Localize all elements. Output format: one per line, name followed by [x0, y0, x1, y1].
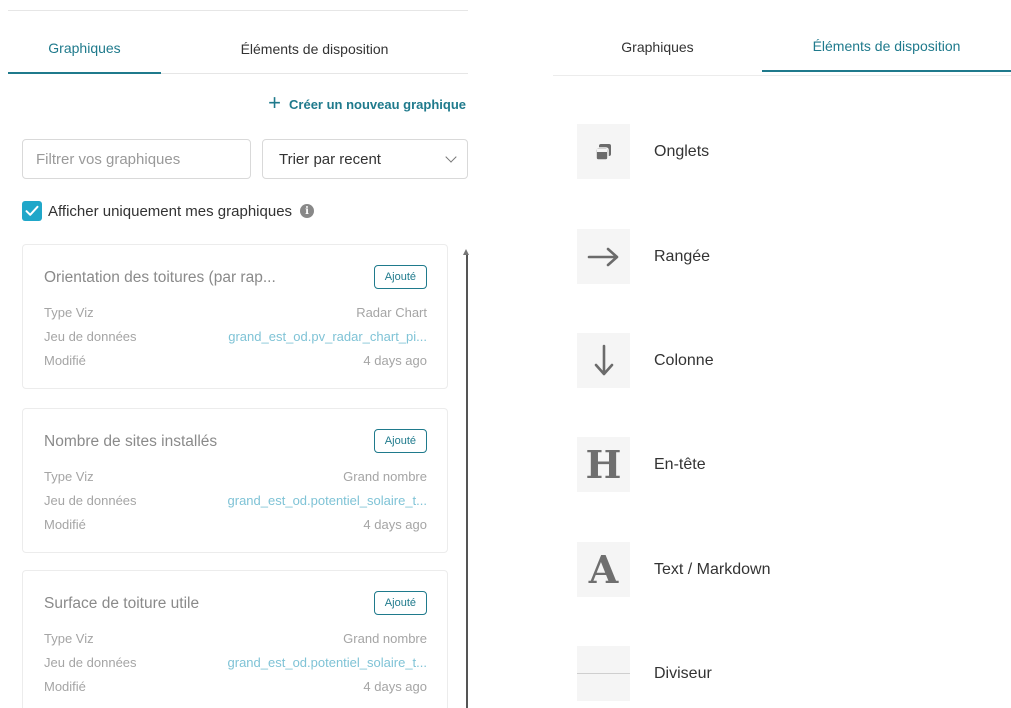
- layout-item-text-markdown[interactable]: A Text / Markdown: [577, 542, 770, 597]
- left-tab-bar: Graphiques Éléments de disposition: [8, 24, 468, 74]
- dataset-link[interactable]: grand_est_od.potentiel_solaire_t...: [228, 493, 427, 508]
- info-icon[interactable]: i: [300, 204, 315, 218]
- layout-item-column[interactable]: Colonne: [577, 333, 714, 388]
- chart-card-title: Surface de toiture utile: [44, 595, 200, 612]
- modified-value: 4 days ago: [363, 517, 427, 532]
- dataset-link[interactable]: grand_est_od.potentiel_solaire_t...: [228, 655, 427, 670]
- viz-type-label: Type Viz: [44, 305, 94, 320]
- layout-item-header[interactable]: H En-tête: [577, 437, 706, 492]
- tabs-icon: [577, 124, 630, 179]
- viz-type-row: Type Viz Grand nombre: [44, 469, 427, 484]
- layout-item-row[interactable]: Rangée: [577, 229, 710, 284]
- check-icon: [25, 205, 39, 216]
- viz-type-value: Radar Chart: [356, 305, 427, 320]
- modified-label: Modifié: [44, 353, 86, 368]
- only-mine-checkbox[interactable]: [22, 201, 42, 221]
- viz-type-label: Type Viz: [44, 631, 94, 646]
- filter-charts-input[interactable]: [22, 139, 251, 179]
- plus-icon: +: [268, 90, 282, 115]
- layout-item-label: Diviseur: [654, 664, 712, 682]
- added-badge: Ajouté: [373, 591, 427, 615]
- layout-item-label: Text / Markdown: [654, 560, 771, 578]
- modified-row: Modifié 4 days ago: [44, 679, 427, 694]
- chart-card-title: Orientation des toitures (par rap...: [44, 269, 276, 286]
- layout-item-label: Colonne: [654, 351, 714, 369]
- chevron-down-icon: [445, 150, 457, 163]
- tab-charts[interactable]: Graphiques: [8, 24, 161, 74]
- only-mine-label: Afficher uniquement mes graphiques: [48, 202, 293, 220]
- viz-type-row: Type Viz Radar Chart: [44, 305, 427, 320]
- chart-card[interactable]: Orientation des toitures (par rap... Ajo…: [22, 244, 448, 389]
- dataset-row: Jeu de données grand_est_od.potentiel_so…: [44, 493, 427, 508]
- dataset-row: Jeu de données grand_est_od.pv_radar_cha…: [44, 329, 427, 344]
- layout-elements-panel: Graphiques Éléments de disposition Ongle…: [553, 0, 1011, 708]
- dataset-label: Jeu de données: [44, 655, 137, 670]
- layout-item-label: Onglets: [654, 142, 710, 160]
- divider-icon: [577, 646, 630, 701]
- tab-layout-elements[interactable]: Éléments de disposition: [762, 22, 1011, 72]
- dataset-link[interactable]: grand_est_od.pv_radar_chart_pi...: [228, 329, 427, 344]
- chart-card-title: Nombre de sites installés: [44, 433, 218, 450]
- layout-item-tabs[interactable]: Onglets: [577, 124, 709, 179]
- top-divider: [8, 10, 468, 11]
- chart-card[interactable]: Nombre de sites installés Ajouté Type Vi…: [22, 408, 448, 553]
- arrow-right-icon: [577, 229, 630, 284]
- scrollbar[interactable]: [466, 255, 468, 708]
- header-icon: H: [577, 437, 630, 492]
- modified-row: Modifié 4 days ago: [44, 517, 427, 532]
- layout-item-label: Rangée: [654, 247, 711, 265]
- dataset-row: Jeu de données grand_est_od.potentiel_so…: [44, 655, 427, 670]
- create-new-chart-label: Créer un nouveau graphique: [289, 96, 466, 112]
- viz-type-row: Type Viz Grand nombre: [44, 631, 427, 646]
- viz-type-value: Grand nombre: [343, 631, 427, 646]
- right-tab-bar: Graphiques Éléments de disposition: [553, 22, 1011, 76]
- tab-charts[interactable]: Graphiques: [553, 22, 762, 72]
- modified-value: 4 days ago: [363, 353, 427, 368]
- tab-layout-elements[interactable]: Éléments de disposition: [161, 24, 468, 74]
- modified-row: Modifié 4 days ago: [44, 353, 427, 368]
- modified-label: Modifié: [44, 517, 86, 532]
- sort-select[interactable]: Trier par recent: [262, 139, 468, 179]
- chart-card[interactable]: Surface de toiture utile Ajouté Type Viz…: [22, 570, 448, 708]
- layout-item-label: En-tête: [654, 455, 706, 473]
- viz-type-label: Type Viz: [44, 469, 94, 484]
- added-badge: Ajouté: [373, 265, 427, 289]
- layout-item-divider[interactable]: Diviseur: [577, 646, 712, 701]
- sort-select-value: Trier par recent: [279, 150, 381, 168]
- create-new-chart-link[interactable]: + Créer un nouveau graphique: [268, 90, 466, 115]
- charts-panel: Graphiques Éléments de disposition + Cré…: [0, 0, 470, 708]
- dataset-label: Jeu de données: [44, 493, 137, 508]
- arrow-down-icon: [577, 333, 630, 388]
- text-markdown-icon: A: [577, 542, 630, 597]
- dataset-label: Jeu de données: [44, 329, 137, 344]
- modified-label: Modifié: [44, 679, 86, 694]
- added-badge: Ajouté: [373, 429, 427, 453]
- only-mine-row: Afficher uniquement mes graphiques i: [22, 201, 315, 221]
- viz-type-value: Grand nombre: [343, 469, 427, 484]
- modified-value: 4 days ago: [363, 679, 427, 694]
